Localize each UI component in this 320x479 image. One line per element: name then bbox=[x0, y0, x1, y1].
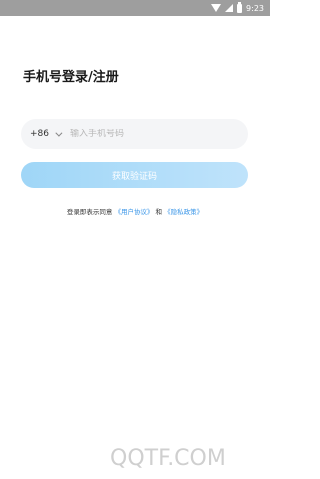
privacy-policy-link[interactable]: 《隐私政策》 bbox=[164, 208, 203, 216]
agreement-prefix: 登录即表示同意 bbox=[66, 208, 113, 216]
chevron-down-icon[interactable] bbox=[55, 129, 63, 137]
signal-icon bbox=[225, 4, 234, 12]
country-code-selector[interactable]: +86 bbox=[30, 129, 49, 139]
phone-number-input[interactable] bbox=[70, 129, 220, 139]
status-time: 9:23 bbox=[246, 3, 264, 13]
agreement-text: 登录即表示同意 《用户协议》 和 《隐私政策》 bbox=[0, 206, 270, 216]
phone-input-group: +86 bbox=[21, 119, 248, 149]
watermark-logo: QQTF.COM bbox=[110, 446, 226, 471]
agreement-and: 和 bbox=[155, 208, 163, 216]
page-title: 手机号登录/注册 bbox=[23, 70, 119, 85]
wifi-icon bbox=[211, 4, 222, 12]
get-code-button[interactable]: 获取验证码 bbox=[21, 162, 248, 188]
battery-icon bbox=[237, 1, 243, 13]
status-bar: 9:23 bbox=[0, 0, 270, 16]
user-agreement-link[interactable]: 《用户协议》 bbox=[114, 208, 153, 216]
